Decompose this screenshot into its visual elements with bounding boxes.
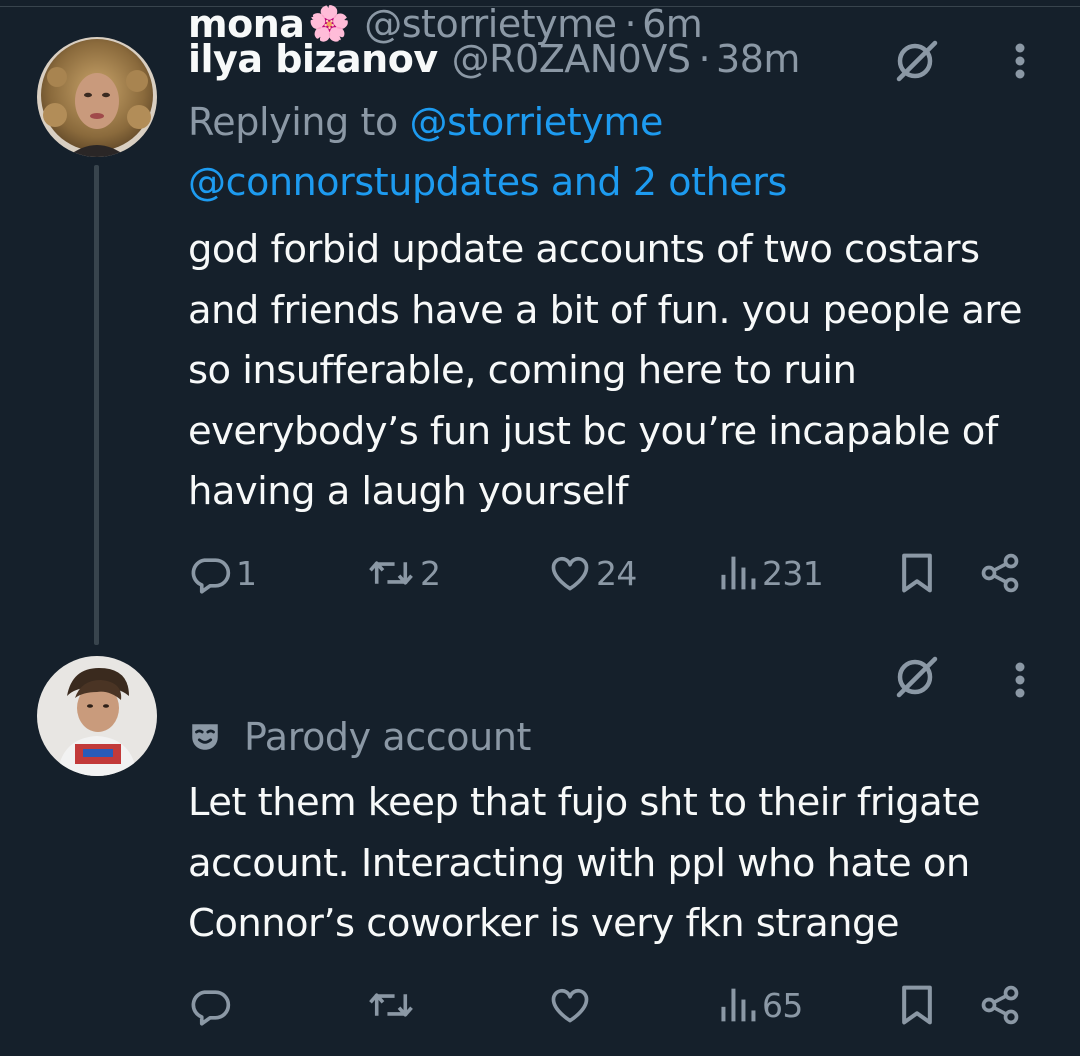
like-icon xyxy=(551,556,589,591)
repost-button[interactable] xyxy=(366,975,420,1035)
share-icon xyxy=(981,985,1019,1025)
views-button[interactable]: 231 xyxy=(718,543,824,603)
tweet-text: Let them keep that fujo sht to their fri… xyxy=(188,780,992,946)
reply-count: 1 xyxy=(236,553,257,593)
reply-icon xyxy=(191,558,231,594)
reply-button[interactable] xyxy=(188,975,236,1035)
repost-icon xyxy=(369,561,413,585)
views-icon xyxy=(721,556,756,590)
flower-emoji: 🌸 xyxy=(308,4,351,44)
repost-count: 2 xyxy=(420,553,441,593)
grok-icon[interactable] xyxy=(893,653,941,701)
repost-button[interactable]: 2 xyxy=(366,543,441,603)
share-icon xyxy=(981,553,1019,593)
share-button[interactable] xyxy=(978,975,1022,1035)
reply-icon xyxy=(191,990,231,1026)
action-bar: 1 2 24 231 xyxy=(0,543,1080,603)
parody-text: Parody account xyxy=(244,715,532,759)
more-icon[interactable] xyxy=(1010,656,1030,704)
bookmark-button[interactable] xyxy=(897,543,937,603)
timestamp[interactable]: 38m xyxy=(716,37,800,81)
tweet-header: mona 🌸 @storrietyme · 6m xyxy=(188,0,703,48)
bookmark-icon xyxy=(902,985,932,1025)
mention-link[interactable]: @storrietyme xyxy=(410,100,664,144)
like-button[interactable]: 24 xyxy=(548,543,637,603)
bookmark-icon xyxy=(902,553,932,593)
timestamp[interactable]: 6m xyxy=(642,2,703,46)
mask-icon xyxy=(192,724,218,750)
repost-icon xyxy=(369,993,413,1017)
parody-label: Parody account xyxy=(188,708,531,766)
replying-to: Replying to @storrietyme @connorstupdate… xyxy=(188,92,1048,212)
views-button[interactable]: 65 xyxy=(718,975,803,1035)
views-icon xyxy=(721,988,756,1022)
action-bar: 65 xyxy=(0,975,1080,1035)
mention-link-others[interactable]: @connorstupdates and 2 others xyxy=(188,160,787,204)
bookmark-button[interactable] xyxy=(897,975,937,1035)
avatar[interactable] xyxy=(37,37,157,157)
avatar-image xyxy=(37,37,157,157)
display-name[interactable]: mona xyxy=(188,2,305,46)
like-icon xyxy=(551,988,589,1023)
separator-dot: · xyxy=(624,2,637,46)
share-button[interactable] xyxy=(978,543,1022,603)
like-count: 24 xyxy=(596,553,637,593)
reply-button[interactable]: 1 xyxy=(188,543,257,603)
tweet-ilya[interactable]: ilya bizanov @R0ZAN0VS · 38m Replying to… xyxy=(0,0,1080,645)
avatar[interactable] xyxy=(37,656,157,776)
avatar-image xyxy=(37,656,157,776)
like-button[interactable] xyxy=(548,975,596,1035)
user-handle[interactable]: @storrietyme xyxy=(364,2,617,46)
views-count: 231 xyxy=(762,553,824,593)
replying-to-label: Replying to xyxy=(188,100,410,144)
more-icon[interactable] xyxy=(1010,37,1030,85)
tweet-text: god forbid update accounts of two costar… xyxy=(188,227,1034,514)
grok-icon[interactable] xyxy=(893,37,941,85)
views-count: 65 xyxy=(762,985,803,1025)
